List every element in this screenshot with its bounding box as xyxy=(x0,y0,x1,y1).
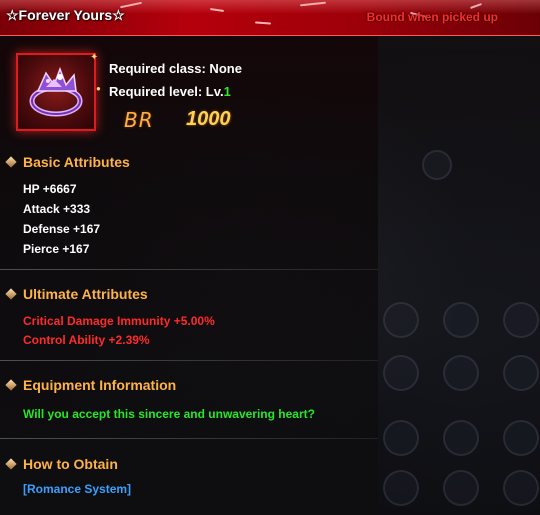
required-level-label: Required level: Lv. xyxy=(109,84,224,99)
background-skill-icon xyxy=(383,470,419,506)
stat-attack: Attack +333 xyxy=(23,202,91,216)
required-level-value: 1 xyxy=(223,84,231,99)
section-divider xyxy=(0,360,378,361)
equipment-description: Will you accept this sincere and unwaver… xyxy=(23,407,315,421)
tooltip-header: ☆Forever Yours☆ Bound when picked up xyxy=(0,0,540,36)
background-skill-icon xyxy=(503,355,539,391)
bound-status-text: Bound when picked up xyxy=(366,10,498,24)
sparkle-icon: ✦ xyxy=(90,52,99,63)
how-to-obtain-title: How to Obtain xyxy=(23,456,118,472)
background-skill-icon xyxy=(383,355,419,391)
equipment-information-title: Equipment Information xyxy=(23,377,177,393)
background-skill-icon xyxy=(443,355,479,391)
basic-attributes-title: Basic Attributes xyxy=(23,154,130,170)
ring-icon xyxy=(29,66,83,117)
required-class-text: Required class: None xyxy=(109,61,242,76)
ultimate-attributes-title: Ultimate Attributes xyxy=(23,286,148,302)
background-skill-icon xyxy=(503,420,539,456)
section-divider xyxy=(0,269,378,270)
required-level-text: Required level: Lv.1 xyxy=(109,84,231,99)
background-resource-icon xyxy=(422,150,452,180)
background-skill-icon xyxy=(443,470,479,506)
stat-defense: Defense +167 xyxy=(23,222,101,236)
background-skill-icon xyxy=(443,302,479,338)
background-skill-icon xyxy=(383,302,419,338)
item-icon-frame xyxy=(16,53,96,131)
background-skill-icon xyxy=(503,470,539,506)
stat-control-ability: Control Ability +2.39% xyxy=(23,333,150,347)
stat-pierce: Pierce +167 xyxy=(23,242,90,256)
sparkle-icon: ● xyxy=(96,84,101,93)
stat-critical-damage-immunity: Critical Damage Immunity +5.00% xyxy=(23,314,215,328)
section-divider xyxy=(0,438,378,439)
romance-system-link[interactable]: [Romance System] xyxy=(23,482,131,496)
background-skill-icon xyxy=(503,302,539,338)
stat-hp: HP +6667 xyxy=(23,182,77,196)
br-label: BR xyxy=(124,108,154,132)
background-skill-icon xyxy=(443,420,479,456)
background-skill-icon xyxy=(383,420,419,456)
item-title: ☆Forever Yours☆ xyxy=(6,7,125,23)
br-value: 1000 xyxy=(186,108,231,130)
